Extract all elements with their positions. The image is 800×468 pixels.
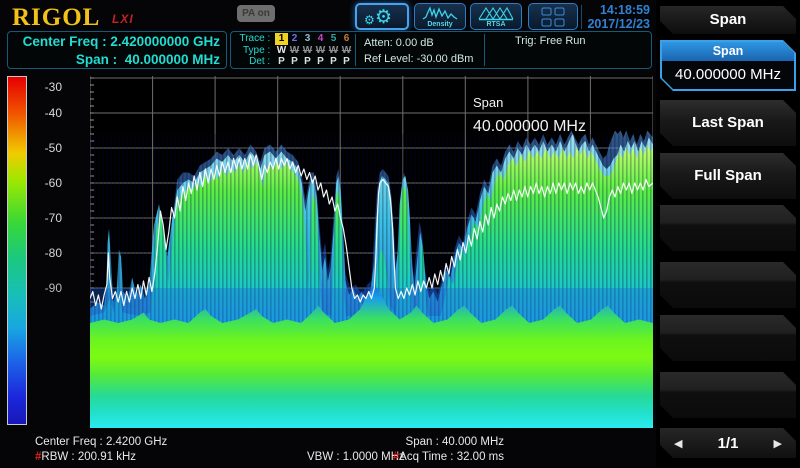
trace-6-det: P: [340, 56, 353, 68]
trace-3-badge[interactable]: 3: [301, 33, 314, 45]
status-vbw: VBW : 1.0000 MHz: [307, 451, 405, 463]
trace-1-det: P: [275, 56, 288, 68]
gear-icon: ⚙: [375, 5, 392, 30]
gear-small-icon: ⚙: [364, 13, 375, 27]
trigger-settings: Trig: Free Run: [485, 32, 651, 68]
page-prev-icon[interactable]: ◀: [674, 437, 682, 450]
y-tick-60: -60: [36, 176, 62, 190]
softkey-span[interactable]: Span 40.000000 MHz: [660, 40, 796, 91]
y-tick-80: -80: [36, 246, 62, 260]
softkey-span-value: 40.000000 MHz: [662, 61, 794, 89]
trace-5-det: P: [327, 56, 340, 68]
trace-row-label: Trace :: [233, 33, 273, 45]
trace-2-badge[interactable]: 2: [288, 33, 301, 45]
softkey-span-label: Span: [662, 42, 794, 61]
display-area: RIGOL LXI PA on ⚙ ⚙ Density RTSA 14:18:5…: [0, 0, 656, 468]
softkey-blank-1: [660, 205, 796, 251]
span-label: Span :: [76, 51, 125, 69]
det-row-label: Det :: [233, 56, 273, 68]
trace-6-badge[interactable]: 6: [340, 33, 353, 45]
density-colorbar: [7, 76, 27, 425]
trace-4-det: P: [314, 56, 327, 68]
softkey-blank-4: [660, 372, 796, 418]
softkey-blank-2: [660, 262, 796, 308]
status-rbw: #RBW : 200.91 kHz: [35, 451, 136, 463]
menu-title: Span: [660, 6, 796, 34]
page-next-icon[interactable]: ▶: [774, 437, 782, 450]
type-row-label: Type :: [233, 45, 273, 57]
trace-settings-panel: Trace : 1 2 3 4 5 6 Type : W W W W W W: [230, 31, 652, 69]
rtsa-mode-button[interactable]: RTSA: [470, 3, 522, 30]
span-popup-annotation: Span 40.000000 MHz: [473, 95, 586, 136]
amplitude-settings: Atten: 0.00 dB Ref Level: -30.00 dBm: [356, 32, 484, 68]
page-indicator: 1/1: [718, 435, 739, 452]
span-popup-title: Span: [473, 95, 586, 110]
y-tick-90: -90: [36, 281, 62, 295]
trace-1-type: W: [275, 45, 288, 57]
settings-button[interactable]: ⚙ ⚙: [355, 3, 409, 30]
center-freq-label: Center Freq :: [23, 33, 111, 51]
date-text: 2017/12/23: [584, 17, 650, 31]
trace-4-badge[interactable]: 4: [314, 33, 327, 45]
trace-table: Trace : 1 2 3 4 5 6 Type : W W W W W W: [231, 32, 355, 68]
menu-pager[interactable]: ◀ 1/1 ▶: [660, 428, 796, 458]
y-tick-70: -70: [36, 211, 62, 225]
clock-divider: [581, 5, 582, 29]
trace-5-badge[interactable]: 5: [327, 33, 340, 45]
span-popup-value: 40.000000 MHz: [473, 118, 586, 136]
density-waveform-icon: [422, 6, 458, 21]
trig-readout: Trig: Free Run: [515, 35, 651, 47]
y-tick-40: -40: [36, 106, 62, 120]
trace-2-type: W: [288, 45, 301, 57]
trace-2-det: P: [288, 56, 301, 68]
span-value: 40.000000 MHz: [125, 51, 220, 69]
spectrum-analyzer-screen: RIGOL LXI PA on ⚙ ⚙ Density RTSA 14:18:5…: [0, 0, 800, 468]
status-center-freq: Center Freq : 2.4200 GHz: [35, 436, 167, 448]
lxi-badge: LXI: [112, 12, 134, 26]
trace-3-type: W: [301, 45, 314, 57]
atten-readout: Atten: 0.00 dB: [364, 35, 484, 51]
ref-level-readout: Ref Level: -30.00 dBm: [364, 51, 484, 67]
trace-6-type: W: [340, 45, 353, 57]
density-button-label: Density: [415, 21, 465, 28]
trace-1-badge[interactable]: 1: [275, 33, 288, 45]
status-acq-time: #Acq Time : 32.00 ms: [393, 451, 504, 463]
preamp-status-badge: PA on: [237, 5, 275, 22]
trace-5-type: W: [327, 45, 340, 57]
rtsa-peaks-icon: [478, 6, 514, 21]
center-freq-value: 2.420000000 GHz: [110, 33, 220, 51]
rtsa-button-label: RTSA: [471, 21, 521, 28]
density-mode-button[interactable]: Density: [414, 3, 466, 30]
time-text: 14:18:59: [584, 3, 650, 17]
softkey-last-span[interactable]: Last Span: [660, 100, 796, 146]
softkey-menu: Span Span 40.000000 MHz Last Span Full S…: [656, 0, 800, 468]
clock: 14:18:59 2017/12/23: [584, 3, 650, 31]
y-tick-50: -50: [36, 141, 62, 155]
rigol-logo: RIGOL: [12, 4, 100, 32]
grid-icon: [542, 7, 565, 26]
trace-3-det: P: [301, 56, 314, 68]
trace-4-type: W: [314, 45, 327, 57]
layout-grid-button[interactable]: [528, 3, 578, 30]
y-tick-30: -30: [36, 80, 62, 94]
softkey-blank-3: [660, 315, 796, 361]
status-span: Span : 40.000 MHz: [406, 436, 504, 448]
softkey-full-span[interactable]: Full Span: [660, 153, 796, 199]
frequency-readout-panel: Center Freq : 2.420000000 GHz Span : 40.…: [7, 31, 227, 69]
